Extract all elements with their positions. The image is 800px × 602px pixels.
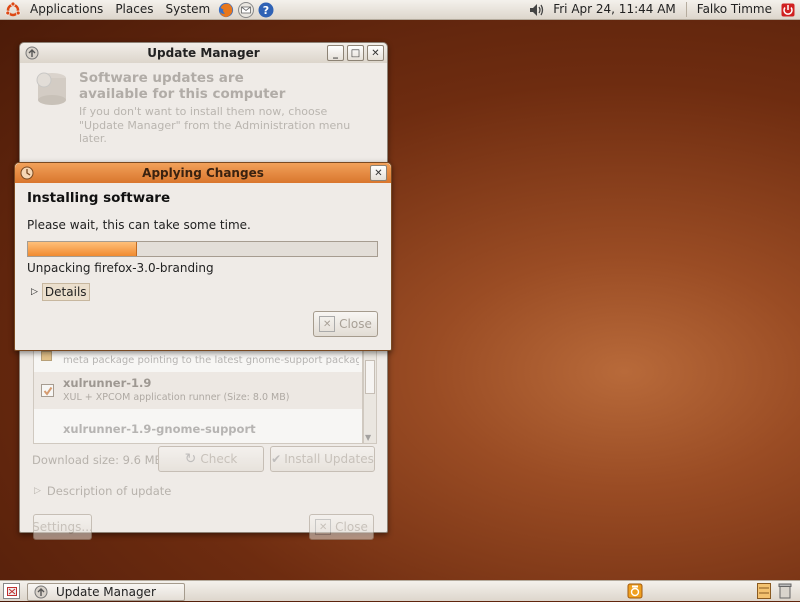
update-notifier-icon[interactable] [627,583,643,602]
install-icon: ✔ [271,452,282,466]
list-item[interactable]: xulrunner-1.9-gnome-support [34,410,362,443]
install-updates-button[interactable]: ✔ Install Updates [270,446,375,472]
bottom-panel: Update Manager [0,580,800,601]
description-expander[interactable]: ▷ Description of update [34,484,171,498]
check-button-label: Check [200,452,238,466]
list-item[interactable]: xulrunner-1.9 XUL + XPCOM application ru… [34,372,362,409]
applying-changes-dialog: Applying Changes ✕ Installing software P… [14,162,392,351]
applying-changes-title: Applying Changes [142,166,264,180]
update-manager-close-button[interactable]: ✕ Close [309,514,374,540]
shutdown-icon[interactable] [780,2,796,18]
details-expander-label: Details [41,283,90,301]
expander-arrow-icon: ▷ [31,287,38,297]
update-manager-heading: Software updates are available for this … [79,70,286,102]
close-window-button[interactable]: ✕ [367,45,384,61]
list-item-checkbox[interactable] [41,351,52,361]
firefox-launcher-icon[interactable] [218,2,234,18]
maximize-button[interactable]: □ [347,45,364,61]
download-size: Download size: 9.6 MB [32,453,163,467]
mail-launcher-icon[interactable] [238,1,255,18]
taskbar-item-label: Update Manager [56,585,156,599]
user-switcher[interactable]: Falko Timme [691,0,778,19]
workspace-switcher-icon[interactable] [757,583,771,602]
applying-changes-close-button[interactable]: ✕ Close [313,311,378,337]
settings-button[interactable]: Settings... [32,514,93,540]
svg-text:?: ? [263,4,269,17]
list-item-checkbox[interactable] [41,384,54,397]
ubuntu-logo-icon[interactable] [4,1,22,19]
progress-status: Unpacking firefox-3.0-branding [27,261,214,275]
expander-arrow-icon: ▷ [34,486,41,496]
refresh-icon: ↻ [184,451,197,467]
list-item-description: meta package pointing to the latest gnom… [63,355,359,366]
close-icon: ✕ [315,519,332,535]
update-manager-close-label: Close [335,520,368,534]
clock[interactable]: Fri Apr 24, 11:44 AM [547,0,682,19]
update-software-icon [36,72,66,105]
top-panel: Applications Places System ? Fri Apr 24,… [0,0,800,20]
panel-separator [685,2,687,17]
taskbar-item-update-manager[interactable]: Update Manager [27,583,185,601]
scrollbar-thumb[interactable] [365,360,375,394]
menu-applications[interactable]: Applications [24,0,109,19]
details-expander[interactable]: ▷ Details [31,283,90,301]
update-manager-window-icon[interactable] [25,46,39,60]
dialog-close-window-button[interactable]: ✕ [370,165,387,181]
minimize-button[interactable]: _ [327,45,344,61]
list-item-name: xulrunner-1.9-gnome-support [63,422,256,436]
update-manager-task-icon [34,585,48,599]
applying-changes-window-icon[interactable] [20,166,34,180]
volume-icon[interactable] [529,2,545,18]
trash-icon[interactable] [778,583,792,602]
install-updates-label: Install Updates [284,452,374,466]
description-expander-label: Description of update [46,484,172,498]
install-progress-bar [27,241,378,257]
update-manager-subtext: If you don't want to install them now, c… [79,105,351,145]
close-icon: ✕ [319,316,336,332]
applying-changes-close-label: Close [339,317,372,331]
show-desktop-icon[interactable] [3,583,20,599]
list-item-name: xulrunner-1.9 [63,376,152,390]
installing-software-heading: Installing software [27,190,171,206]
update-manager-titlebar[interactable]: Update Manager _ □ ✕ [20,43,387,63]
menu-system[interactable]: System [159,0,216,19]
help-launcher-icon[interactable]: ? [258,2,274,18]
scroll-down-arrow-icon[interactable]: ▼ [365,433,371,442]
please-wait-message: Please wait, this can take some time. [27,218,251,232]
check-button[interactable]: ↻ Check [158,446,264,472]
settings-button-label: Settings... [32,520,93,534]
applying-changes-titlebar[interactable]: Applying Changes ✕ [15,163,391,183]
list-item-description: XUL + XPCOM application runner (Size: 8.… [63,392,290,403]
list-item[interactable]: meta package pointing to the latest gnom… [34,351,362,371]
menu-places[interactable]: Places [109,0,159,19]
install-progress-fill [28,242,138,256]
